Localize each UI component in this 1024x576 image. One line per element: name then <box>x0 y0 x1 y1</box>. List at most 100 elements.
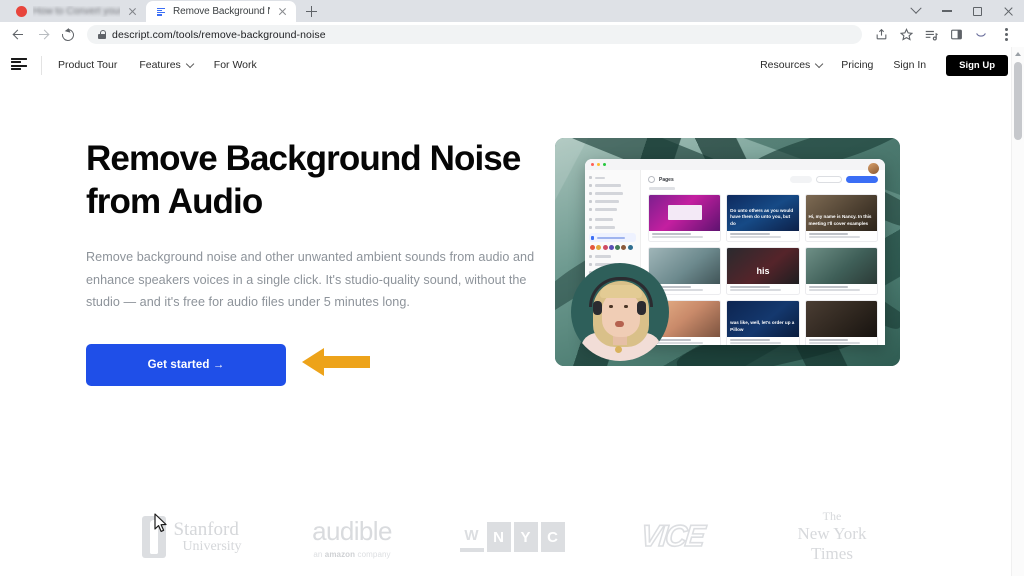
hero-copy: Remove Background Noise from Audio Remov… <box>0 138 555 386</box>
nav-item-for-work[interactable]: For Work <box>214 59 257 71</box>
app-zoom-dot <box>602 162 607 167</box>
get-started-button[interactable]: Get started → <box>86 343 286 386</box>
app-pages-icon <box>648 176 655 183</box>
secondary-nav: Resources Pricing Sign In Sign Up <box>760 54 1008 76</box>
nav-item-resources[interactable]: Resources <box>760 59 824 71</box>
chevron-down-icon <box>185 59 195 69</box>
chrome-menu-icon[interactable] <box>995 24 1017 46</box>
nav-label: Features <box>139 59 181 71</box>
logo-new-york-times: The New York Times <box>752 509 912 563</box>
mouse-cursor <box>154 513 168 533</box>
hero-section: Remove Background Noise from Audio Remov… <box>0 83 1024 386</box>
logo-text: VICE <box>639 519 706 554</box>
app-close-dot <box>591 162 595 167</box>
side-panel-icon[interactable] <box>945 24 967 46</box>
tab-favicon-red <box>16 6 27 17</box>
app-project-card: Do unto others as you would have them do… <box>726 193 800 242</box>
app-project-card <box>804 246 878 295</box>
nav-item-features[interactable]: Features <box>139 59 195 71</box>
product-screenshot-image: Pages Do unto others as you would have t… <box>555 138 900 366</box>
profile-icon[interactable] <box>970 24 992 46</box>
logo-letter: C <box>540 522 565 552</box>
tab-title: How to Convert your PDF file to ... <box>33 6 120 17</box>
logo-text: audible <box>312 515 392 546</box>
annotation-arrow-icon <box>302 345 370 384</box>
minimize-button[interactable] <box>931 0 962 22</box>
logo-letter: N <box>486 522 511 552</box>
nav-label: Resources <box>760 59 811 71</box>
app-sort-control <box>649 187 675 190</box>
app-page-title: Pages <box>659 176 674 183</box>
app-titlebar <box>585 159 885 170</box>
page-viewport: Product Tour Features For Work Resources… <box>0 47 1024 576</box>
audible-tagline: an amazon company <box>313 549 391 559</box>
nav-label: Sign In <box>893 59 927 71</box>
logo-letter: W <box>459 522 484 552</box>
logo-wnyc: W N Y C <box>432 522 592 552</box>
logo-letter: Y <box>513 522 538 552</box>
app-new-project-button <box>846 176 878 183</box>
scrollbar-thumb[interactable] <box>1014 62 1022 140</box>
logo-text: University <box>182 538 242 554</box>
app-new-folder-button <box>816 176 842 183</box>
sign-up-button[interactable]: Sign Up <box>946 54 1008 76</box>
logo-text: New York <box>797 524 867 544</box>
logo-text: Times <box>811 543 853 563</box>
browser-toolbar: descript.com/tools/remove-background-noi… <box>0 22 1024 47</box>
app-project-card: his <box>726 246 800 295</box>
close-tab-icon[interactable] <box>126 5 139 18</box>
maximize-button[interactable] <box>962 0 993 22</box>
app-user-avatar <box>868 163 879 174</box>
hero-media: Pages Do unto others as you would have t… <box>555 138 1024 386</box>
app-sidebar-active-group <box>589 233 636 242</box>
nav-item-product-tour[interactable]: Product Tour <box>58 59 117 71</box>
logo-audible: audible an amazon company <box>272 499 1024 559</box>
app-minimize-dot <box>596 162 601 167</box>
forward-arrow-icon[interactable] <box>32 24 54 46</box>
bookmark-star-icon[interactable] <box>895 24 917 46</box>
close-window-button[interactable] <box>993 0 1024 22</box>
nav-item-sign-in[interactable]: Sign In <box>893 59 926 71</box>
tab-favicon-descript <box>156 6 167 17</box>
share-icon[interactable] <box>870 24 892 46</box>
window-controls <box>900 0 1024 22</box>
lock-icon <box>98 30 107 39</box>
app-member-avatars <box>590 244 636 250</box>
address-bar-url: descript.com/tools/remove-background-noi… <box>112 28 326 41</box>
primary-nav: Product Tour Features For Work <box>58 59 257 71</box>
hero-heading-line1: Remove Background Noise <box>86 139 521 178</box>
app-search-pill <box>790 176 812 183</box>
scroll-up-arrow-icon[interactable] <box>1012 47 1024 60</box>
hero-description: Remove background noise and other unwant… <box>86 250 535 310</box>
page-scrollbar[interactable] <box>1011 47 1024 576</box>
app-project-card <box>648 193 722 242</box>
nav-divider <box>41 55 42 75</box>
nav-label: For Work <box>213 59 257 71</box>
app-project-grid: Do unto others as you would have them do… <box>648 193 878 345</box>
close-tab-icon[interactable] <box>276 5 289 18</box>
chevron-down-icon <box>815 59 824 69</box>
hero-heading-line2: from Audio <box>86 181 263 221</box>
nav-label: Product Tour <box>58 59 118 71</box>
address-bar[interactable]: descript.com/tools/remove-background-noi… <box>87 25 862 44</box>
logo-stanford: Stanford University <box>112 516 272 558</box>
logo-text: The <box>822 509 842 524</box>
back-arrow-icon[interactable] <box>7 24 29 46</box>
nav-item-pricing[interactable]: Pricing <box>841 59 873 71</box>
reading-list-icon[interactable] <box>920 24 942 46</box>
new-tab-button[interactable] <box>300 1 322 22</box>
reload-icon[interactable] <box>57 24 79 46</box>
tab-title: Remove Background Noise from <box>173 6 270 17</box>
browser-tab-active[interactable]: Remove Background Noise from <box>146 1 296 22</box>
browser-tab-inactive[interactable]: How to Convert your PDF file to ... <box>6 1 146 22</box>
cta-row: Get started → <box>86 343 555 386</box>
nav-label: Pricing <box>841 59 874 71</box>
tab-search-chevron-icon[interactable] <box>900 0 931 22</box>
logo-vice: VICE <box>592 519 752 554</box>
tab-strip: How to Convert your PDF file to ... Remo… <box>0 0 1024 22</box>
app-header: Pages <box>648 176 878 183</box>
app-project-card: Hi, my name is Nancy. In this meeting I'… <box>804 193 878 242</box>
page-title: Remove Background Noise from Audio <box>86 138 555 223</box>
descript-logo-icon[interactable] <box>10 56 29 75</box>
app-main-panel: Pages Do unto others as you would have t… <box>641 170 885 345</box>
